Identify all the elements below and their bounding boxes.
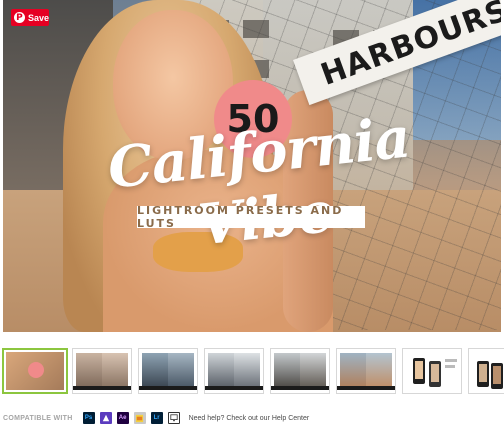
phone-screen — [431, 364, 439, 382]
monitor-icon — [167, 412, 180, 424]
after-effects-icon: Ae — [116, 412, 129, 424]
compatibility-footer: COMPATIBLE WITH Ps Ae Lr Need help? Chec… — [3, 410, 503, 426]
thumbnail-5[interactable] — [270, 348, 330, 394]
phone-icon — [413, 358, 425, 384]
lightroom-icon: Lr — [150, 412, 163, 424]
phone-icon — [491, 363, 503, 389]
caption-bar — [205, 386, 263, 390]
before-image — [142, 353, 169, 387]
thumbnail-6[interactable] — [336, 348, 396, 394]
triangle-glyph — [102, 414, 109, 422]
text-line — [445, 359, 457, 362]
caption-bar — [73, 386, 131, 390]
phone-icon — [429, 361, 441, 387]
before-image — [76, 353, 103, 387]
caption-bar — [139, 386, 197, 390]
final-cut-icon — [133, 412, 146, 424]
text-line — [445, 365, 455, 368]
thumbnail-4[interactable] — [204, 348, 264, 394]
affinity-icon — [99, 412, 112, 424]
phone-icon — [477, 361, 489, 387]
after-image — [365, 353, 392, 387]
thumbnail-2[interactable] — [72, 348, 132, 394]
before-image — [340, 353, 367, 387]
after-image — [101, 353, 128, 387]
after-image — [233, 353, 260, 387]
caption-bar — [271, 386, 329, 390]
thumbnail-1[interactable] — [2, 348, 68, 394]
badge-dot — [28, 362, 44, 378]
thumbnail-8[interactable] — [468, 348, 504, 394]
help-center-link[interactable]: Need help? Check out our Help Center — [189, 415, 310, 422]
pinterest-icon: P — [14, 12, 25, 23]
phone-screen — [479, 364, 487, 382]
thumbnail-3[interactable] — [138, 348, 198, 394]
product-subtitle: LIGHTROOM PRESETS AND LUTS — [137, 204, 344, 230]
thumbnail-strip — [0, 348, 504, 396]
monitor-glyph — [169, 414, 178, 422]
save-label: Save — [27, 12, 49, 23]
caption-bar — [337, 386, 395, 390]
pinterest-save-button[interactable]: P Save — [11, 9, 49, 26]
before-image — [208, 353, 235, 387]
after-image — [167, 353, 194, 387]
phone-screen — [415, 361, 423, 379]
after-image — [299, 353, 326, 387]
subtitle-bar: LIGHTROOM PRESETS AND LUTS — [137, 204, 365, 230]
compatible-with-label: COMPATIBLE WITH — [3, 414, 73, 422]
before-image — [274, 353, 301, 387]
film-glyph — [135, 414, 144, 422]
photoshop-icon: Ps — [82, 412, 95, 424]
phone-screen — [493, 366, 501, 384]
thumbnail-7[interactable] — [402, 348, 462, 394]
